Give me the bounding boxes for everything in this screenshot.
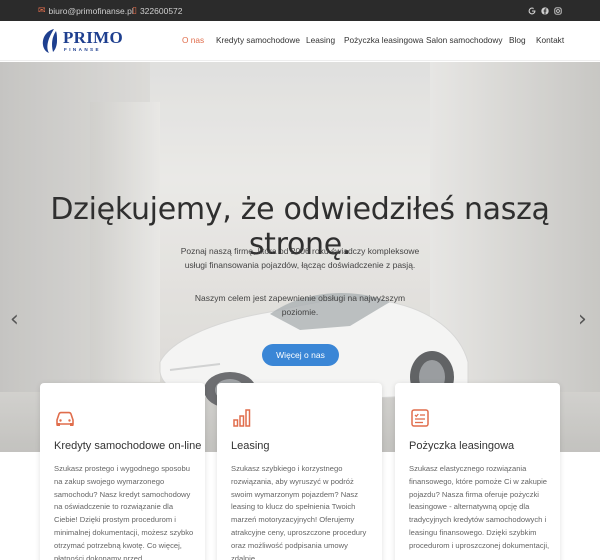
email-contact[interactable]: ✉ biuro@primofinanse.pl	[38, 0, 134, 21]
card-text: Szukasz szybkiego i korzystnego rozwiąza…	[231, 464, 367, 560]
nav-item-salon-samochodowy[interactable]: Salon samochodowy	[426, 35, 503, 45]
logo[interactable]: PRIMO FINANSE	[40, 27, 124, 55]
phone-text: 322600572	[139, 5, 183, 16]
slider-prev-arrow-icon[interactable]: ‹	[10, 307, 19, 332]
hero-paragraph-1: Poznaj naszą firmę, która od 2006 roku ś…	[180, 246, 420, 270]
slider-next-arrow-icon[interactable]: ›	[578, 307, 587, 332]
card-leasing[interactable]: Leasing Szukasz szybkiego i korzystnego …	[217, 383, 382, 560]
card-title: Pożyczka leasingowa	[409, 440, 515, 452]
instagram-icon[interactable]	[554, 6, 562, 15]
logo-wordmark: PRIMO	[63, 28, 124, 47]
bar-chart-icon	[233, 409, 251, 427]
nav-item-kontakt[interactable]: Kontakt	[536, 35, 564, 45]
more-about-us-button[interactable]: Więcej o nas	[262, 344, 339, 366]
logo-mark-icon	[42, 29, 57, 53]
nav-item-leasing[interactable]: Leasing	[306, 35, 335, 45]
nav-item-blog[interactable]: Blog	[509, 35, 526, 45]
phone-icon: ▯	[132, 5, 137, 15]
hero-paragraph-2: Naszym celem jest zapewnienie obsługi na…	[194, 293, 406, 317]
car-icon	[56, 411, 74, 426]
phone-contact[interactable]: ▯ 322600572	[132, 0, 183, 21]
google-icon[interactable]	[528, 7, 536, 15]
card-pozyczka[interactable]: Pożyczka leasingowa Szukasz elastycznego…	[395, 383, 560, 560]
main-navigation: PRIMO FINANSE O nas Kredyty samochodowe …	[0, 21, 600, 61]
logo-subtitle: FINANSE	[64, 47, 101, 52]
document-icon	[411, 409, 429, 427]
facebook-icon[interactable]	[541, 6, 549, 15]
social-links	[528, 0, 562, 21]
card-title: Kredyty samochodowe on-line	[54, 440, 202, 452]
top-bar: ✉ biuro@primofinanse.pl ▯ 322600572	[0, 0, 600, 21]
card-text: Szukasz elastycznego rozwiązania finanso…	[409, 464, 550, 550]
card-text: Szukasz prostego i wygodnego sposobu na …	[54, 464, 194, 560]
email-text: biuro@primofinanse.pl	[48, 5, 134, 16]
card-kredyty[interactable]: Kredyty samochodowe on-line Szukasz pros…	[40, 383, 205, 560]
envelope-icon: ✉	[38, 5, 46, 15]
card-title: Leasing	[231, 440, 270, 452]
nav-item-kredyty-samochodowe[interactable]: Kredyty samochodowe	[216, 35, 300, 45]
nav-item-pozyczka-leasingowa[interactable]: Pożyczka leasingowa	[344, 35, 423, 45]
nav-item-o-nas[interactable]: O nas	[182, 35, 204, 45]
